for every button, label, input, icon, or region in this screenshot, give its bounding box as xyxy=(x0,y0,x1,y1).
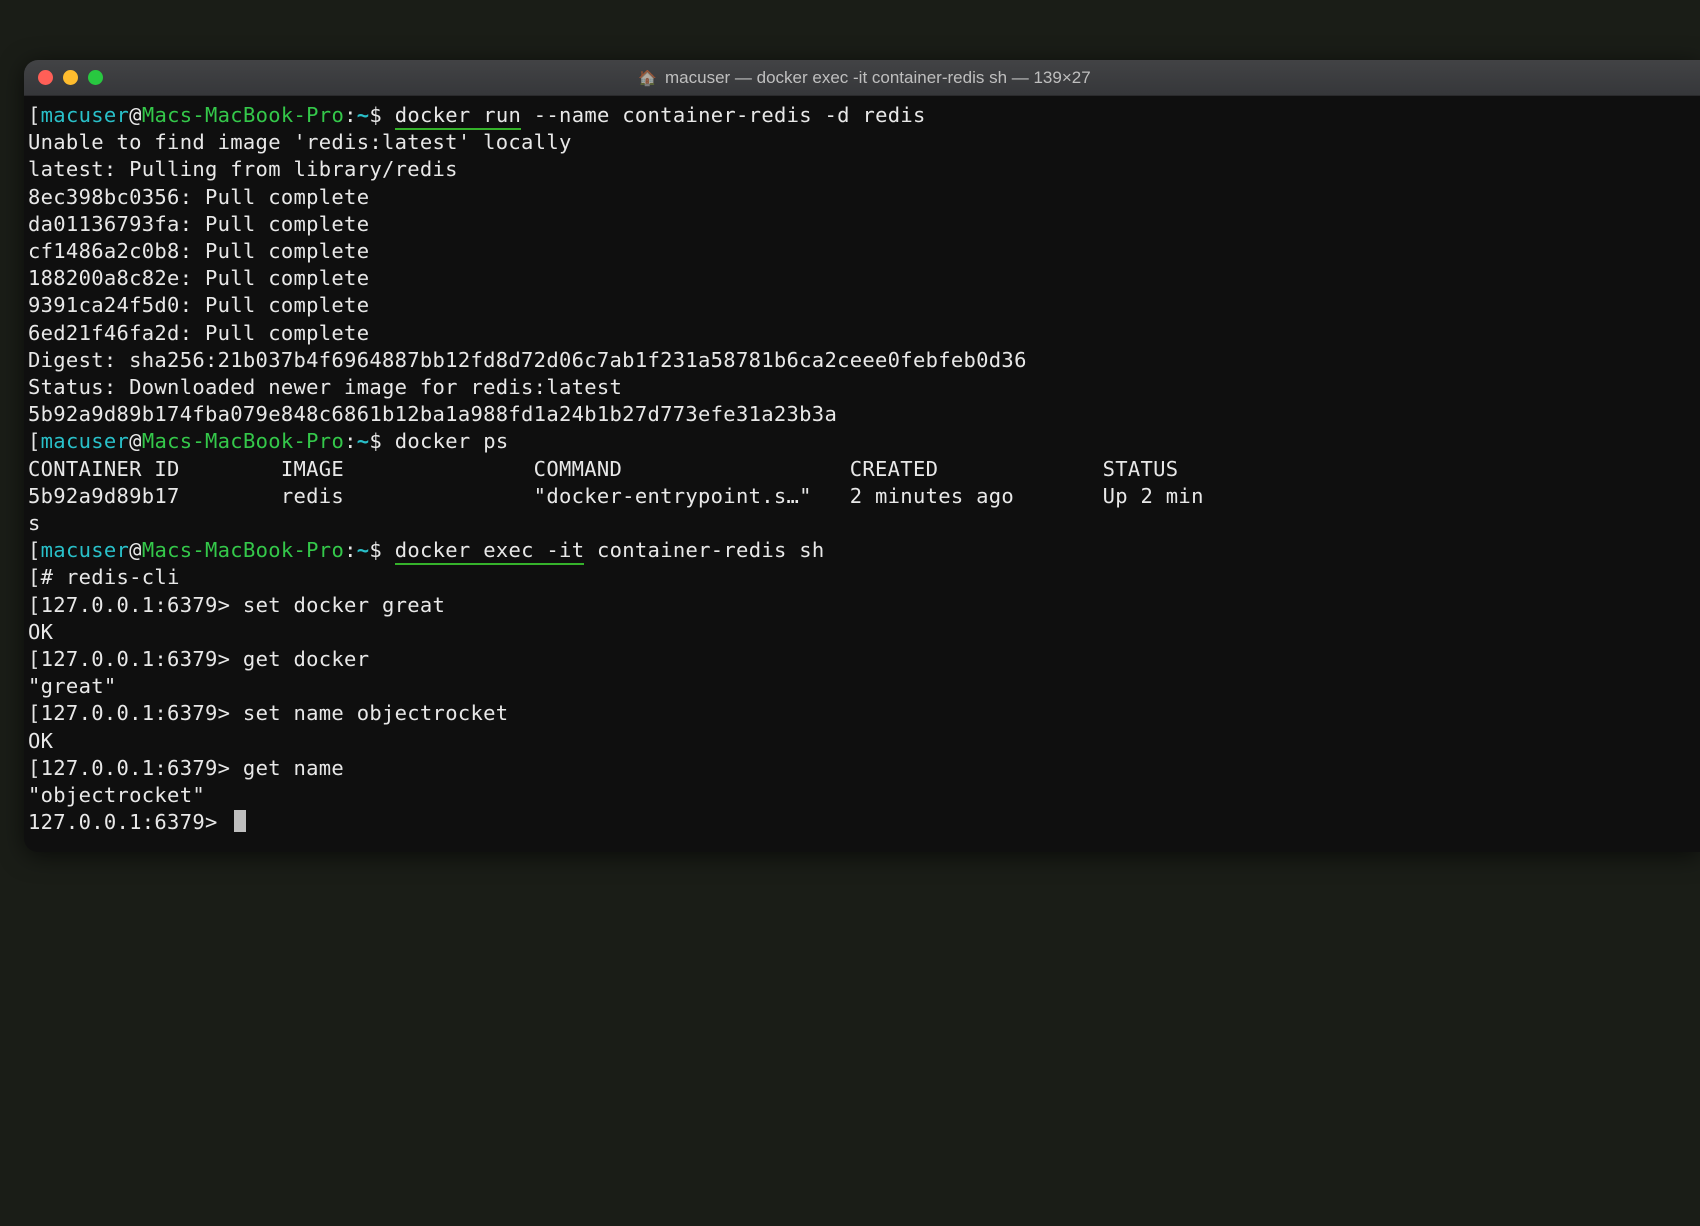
prompt-host: Macs-MacBook-Pro xyxy=(142,538,344,562)
prompt-at: @ xyxy=(129,429,142,453)
output-line: 6ed21f46fa2d: Pull complete xyxy=(28,321,369,345)
redis-cmd: get docker xyxy=(243,647,369,671)
sh-prompt: # redis-cli xyxy=(41,565,180,589)
terminal-body[interactable]: [macuser@Macs-MacBook-Pro:~$ docker run … xyxy=(24,96,1700,836)
ps-row: 5b92a9d89b17 redis "docker-entrypoint.s…… xyxy=(28,484,1204,508)
redis-cmd: set docker great xyxy=(243,593,445,617)
redis-cmd: get name xyxy=(243,756,344,780)
prompt-dollar: $ xyxy=(369,103,394,127)
window-title: 🏠 macuser — docker exec -it container-re… xyxy=(103,68,1626,88)
redis-prompt: 127.0.0.1:6379> xyxy=(28,810,230,834)
output-line: Digest: sha256:21b037b4f6964887bb12fd8d7… xyxy=(28,348,1027,372)
cmd1-underlined: docker run xyxy=(395,103,521,130)
prompt-at: @ xyxy=(129,538,142,562)
sh-open-bracket: [ xyxy=(28,565,41,589)
redis-out: "great" xyxy=(28,674,117,698)
redis-cmd: set name objectrocket xyxy=(243,701,508,725)
traffic-lights xyxy=(38,70,103,85)
prompt-open-bracket: [ xyxy=(28,429,41,453)
prompt-host: Macs-MacBook-Pro xyxy=(142,429,344,453)
zoom-button[interactable] xyxy=(88,70,103,85)
ps-wrap: s xyxy=(28,511,41,535)
ps-header: CONTAINER ID IMAGE COMMAND CREATED STATU… xyxy=(28,457,1178,481)
cursor-block xyxy=(234,810,246,832)
prompt-user: macuser xyxy=(41,429,130,453)
redis-prompt: [127.0.0.1:6379> xyxy=(28,647,243,671)
output-line: 8ec398bc0356: Pull complete xyxy=(28,185,369,209)
redis-prompt: [127.0.0.1:6379> xyxy=(28,701,243,725)
prompt-dollar: $ xyxy=(369,538,394,562)
home-icon: 🏠 xyxy=(638,69,657,87)
output-line: Unable to find image 'redis:latest' loca… xyxy=(28,130,572,154)
prompt-path: ~ xyxy=(357,429,370,453)
output-line: 9391ca24f5d0: Pull complete xyxy=(28,293,369,317)
prompt-open-bracket: [ xyxy=(28,103,41,127)
cmd1-rest: --name container-redis -d redis xyxy=(521,103,926,127)
output-line: Status: Downloaded newer image for redis… xyxy=(28,375,622,399)
title-label: macuser — docker exec -it container-redi… xyxy=(665,68,1091,88)
terminal-window: 🏠 macuser — docker exec -it container-re… xyxy=(24,60,1700,852)
window-titlebar[interactable]: 🏠 macuser — docker exec -it container-re… xyxy=(24,60,1700,96)
output-line: 5b92a9d89b174fba079e848c6861b12ba1a988fd… xyxy=(28,402,837,426)
cmd3-underlined: docker exec -it xyxy=(395,538,585,565)
close-button[interactable] xyxy=(38,70,53,85)
redis-prompt: [127.0.0.1:6379> xyxy=(28,756,243,780)
redis-out: OK xyxy=(28,729,53,753)
output-line: cf1486a2c0b8: Pull complete xyxy=(28,239,369,263)
prompt-open-bracket: [ xyxy=(28,538,41,562)
prompt-host: Macs-MacBook-Pro xyxy=(142,103,344,127)
redis-prompt: [127.0.0.1:6379> xyxy=(28,593,243,617)
prompt-path: ~ xyxy=(357,538,370,562)
output-line: 188200a8c82e: Pull complete xyxy=(28,266,369,290)
minimize-button[interactable] xyxy=(63,70,78,85)
redis-out: "objectrocket" xyxy=(28,783,205,807)
prompt-colon: : xyxy=(344,538,357,562)
cmd2: docker ps xyxy=(395,429,509,453)
prompt-colon: : xyxy=(344,429,357,453)
prompt-dollar: $ xyxy=(369,429,394,453)
prompt-user: macuser xyxy=(41,103,130,127)
cmd3-rest: container-redis sh xyxy=(584,538,824,562)
output-line: da01136793fa: Pull complete xyxy=(28,212,369,236)
redis-out: OK xyxy=(28,620,53,644)
prompt-at: @ xyxy=(129,103,142,127)
prompt-path: ~ xyxy=(357,103,370,127)
prompt-colon: : xyxy=(344,103,357,127)
output-line: latest: Pulling from library/redis xyxy=(28,157,458,181)
prompt-user: macuser xyxy=(41,538,130,562)
